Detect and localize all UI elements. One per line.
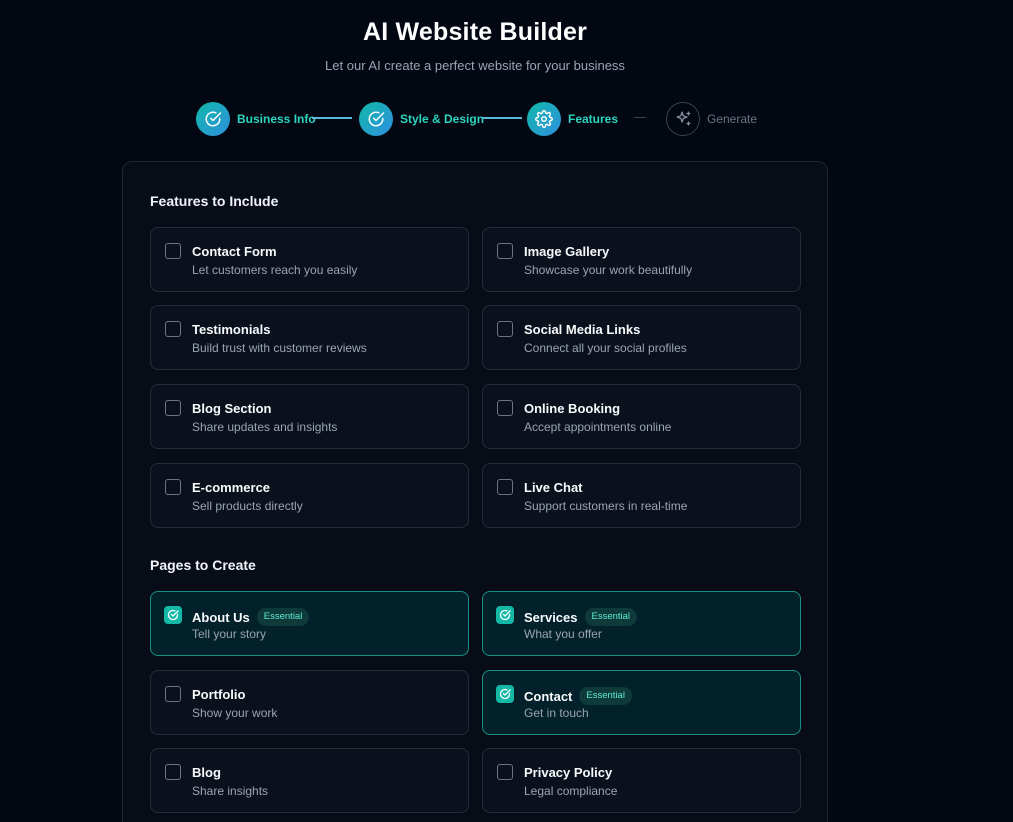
sparkles-icon: [666, 101, 700, 136]
option-title: Blog: [192, 765, 221, 780]
section-title-pages: Pages to Create: [150, 557, 256, 573]
option-description: Tell your story: [192, 627, 267, 641]
section-title-features: Features to Include: [150, 193, 279, 209]
option-description: Showcase your work beautifully: [524, 263, 693, 277]
page-title: AI Website Builder: [362, 18, 587, 46]
option-description: Connect all your social profiles: [524, 341, 687, 355]
option-title: Online Booking: [524, 401, 621, 416]
option-description: Sell products directly: [192, 499, 303, 513]
feature-option-online-booking[interactable]: Online Booking Accept appointments onlin…: [482, 384, 801, 449]
step-generate[interactable]: Generate: [666, 101, 757, 136]
feature-option-testimonials[interactable]: Testimonials Build trust with customer r…: [150, 305, 469, 370]
page-option-blog[interactable]: Blog Share insights: [150, 748, 469, 813]
option-title: Portfolio: [192, 687, 246, 702]
feature-option-image-gallery[interactable]: Image Gallery Showcase your work beautif…: [482, 227, 801, 292]
page-option-contact[interactable]: Contact Essential Get in touch: [482, 670, 801, 735]
feature-option-blog-section[interactable]: Blog Section Share updates and insights: [150, 384, 469, 449]
option-description: Share insights: [192, 784, 269, 798]
step-connector: [634, 117, 646, 118]
step-label: Business Info: [237, 111, 316, 126]
checkbox[interactable]: [165, 321, 181, 337]
option-description: Let customers reach you easily: [192, 263, 358, 277]
option-description: Legal compliance: [524, 784, 618, 798]
option-title: Privacy Policy: [524, 765, 613, 780]
checkbox[interactable]: [497, 479, 513, 495]
option-title: Blog Section: [192, 401, 272, 416]
step-label: Style & Design: [400, 111, 485, 126]
check-circle-icon: [359, 101, 393, 136]
check-circle-icon: [196, 101, 230, 136]
page-option-services[interactable]: Services Essential What you offer: [482, 591, 801, 656]
page-option-privacy-policy[interactable]: Privacy Policy Legal compliance: [482, 748, 801, 813]
essential-badge: Essential: [256, 608, 310, 626]
checkbox[interactable]: [497, 243, 513, 259]
step-label: Generate: [707, 111, 758, 126]
checkbox[interactable]: [165, 764, 181, 780]
step-style-design[interactable]: Style & Design: [359, 101, 484, 136]
feature-option-live-chat[interactable]: Live Chat Support customers in real-time: [482, 463, 801, 528]
essential-badge: Essential: [579, 687, 632, 705]
checkbox[interactable]: [165, 243, 181, 259]
checkbox[interactable]: [165, 479, 181, 495]
option-title: Services Essential: [524, 608, 638, 626]
feature-option-e-commerce[interactable]: E-commerce Sell products directly: [150, 463, 469, 528]
option-description: Accept appointments online: [524, 420, 672, 434]
step-business-info[interactable]: Business Info: [196, 101, 316, 136]
checked-checkbox-icon[interactable]: [164, 606, 182, 624]
feature-option-social-media-links[interactable]: Social Media Links Connect all your soci…: [482, 305, 801, 370]
option-description: Share updates and insights: [192, 420, 338, 434]
checkbox[interactable]: [165, 686, 181, 702]
options-card: Features to Include Contact Form Let cus…: [122, 161, 828, 822]
option-title: Image Gallery: [524, 244, 610, 259]
option-description: Show your work: [192, 706, 278, 720]
step-label: Features: [568, 111, 619, 126]
progress-stepper: Business Info Style & Design Features Ge…: [0, 101, 1013, 136]
option-title: E-commerce: [192, 480, 271, 495]
option-description: Get in touch: [524, 706, 589, 720]
step-connector: [312, 117, 352, 119]
option-description: Build trust with customer reviews: [192, 341, 367, 355]
page-option-portfolio[interactable]: Portfolio Show your work: [150, 670, 469, 735]
option-description: Support customers in real-time: [524, 499, 688, 513]
checkbox[interactable]: [165, 400, 181, 416]
option-title: Live Chat: [524, 480, 583, 495]
option-title: Social Media Links: [524, 322, 641, 337]
option-title: About Us Essential: [192, 608, 310, 626]
checked-checkbox-icon[interactable]: [496, 606, 514, 624]
page-option-about-us[interactable]: About Us Essential Tell your story: [150, 591, 469, 656]
essential-badge: Essential: [584, 608, 638, 626]
option-description: What you offer: [524, 627, 602, 641]
step-features[interactable]: Features: [527, 101, 618, 136]
gear-icon: [527, 101, 561, 136]
checkbox[interactable]: [497, 764, 513, 780]
checked-checkbox-icon[interactable]: [496, 685, 514, 703]
feature-option-contact-form[interactable]: Contact Form Let customers reach you eas…: [150, 227, 469, 292]
checkbox[interactable]: [497, 321, 513, 337]
option-title: Contact Essential: [524, 687, 632, 705]
step-connector: [482, 117, 522, 119]
option-title: Contact Form: [192, 244, 277, 259]
checkbox[interactable]: [497, 400, 513, 416]
page-subtitle: Let our AI create a perfect website for …: [325, 58, 625, 73]
option-title: Testimonials: [192, 322, 271, 337]
